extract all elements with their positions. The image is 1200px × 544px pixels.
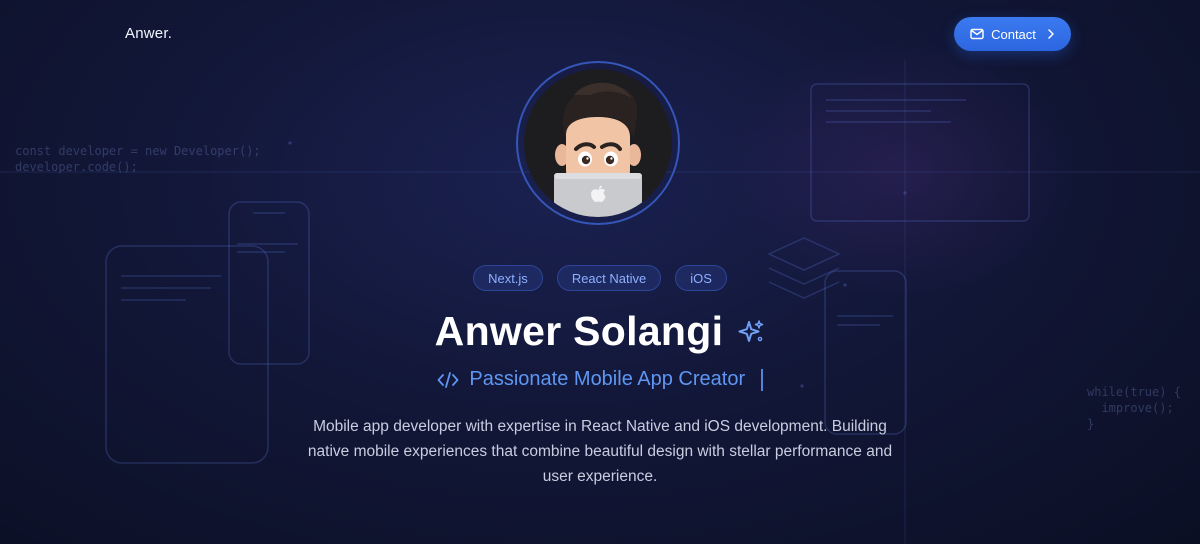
tag-nextjs: Next.js <box>473 265 543 291</box>
hero-title: Anwer Solangi <box>0 308 1200 355</box>
memoji-illustration <box>554 82 642 217</box>
contact-button-label: Contact <box>991 26 1036 42</box>
hero-role: Passionate Mobile App Creator <box>0 368 1200 391</box>
site-logo[interactable]: Anwer. <box>125 25 172 42</box>
background-glow <box>720 40 1080 300</box>
tech-tags: Next.js React Native iOS <box>0 265 1200 291</box>
contact-button[interactable]: Contact <box>954 17 1071 51</box>
code-icon <box>437 371 459 388</box>
tag-ios: iOS <box>675 265 727 291</box>
sparkles-icon <box>738 319 764 342</box>
background-code-left: const developer = new Developer(); devel… <box>15 144 261 174</box>
avatar <box>524 69 672 217</box>
background-code-right: while(true) { improve(); } <box>1087 385 1181 431</box>
typing-cursor <box>761 368 763 391</box>
hero-name: Anwer Solangi <box>434 308 724 354</box>
avatar-ring <box>516 61 680 225</box>
hero-description: Mobile app developer with expertise in R… <box>307 418 893 485</box>
mail-icon <box>970 28 984 40</box>
tag-react-native: React Native <box>556 265 662 291</box>
hero-role-text: Passionate Mobile App Creator <box>469 368 746 390</box>
chevron-right-icon <box>1048 29 1054 39</box>
